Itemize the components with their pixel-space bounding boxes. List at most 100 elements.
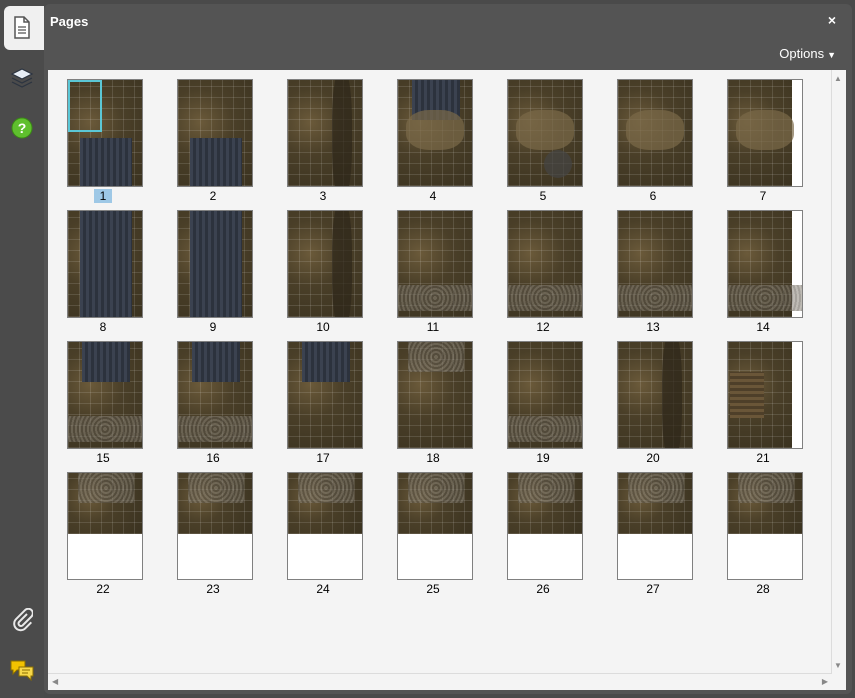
close-button[interactable]: × [828, 12, 836, 28]
page-thumbnail[interactable]: 7 [708, 74, 818, 204]
thumbnail-image[interactable] [507, 341, 583, 449]
comments-icon[interactable] [8, 656, 36, 684]
caret-down-icon: ▼ [827, 50, 836, 60]
thumbnail-image[interactable] [177, 472, 253, 580]
thumbnail-image[interactable] [177, 341, 253, 449]
page-thumbnail[interactable]: 6 [598, 74, 708, 204]
page-number-label: 23 [206, 582, 220, 596]
page-number: 16 [158, 451, 268, 465]
page-thumbnail[interactable]: 27 [598, 467, 708, 597]
page-thumbnail[interactable]: 1 [48, 74, 158, 204]
page-number: 18 [378, 451, 488, 465]
thumbnail-image[interactable] [67, 341, 143, 449]
page-number: 6 [598, 189, 708, 203]
page-thumbnail[interactable]: 10 [268, 205, 378, 335]
page-number-label: 17 [316, 451, 330, 465]
scroll-right-icon[interactable]: ▶ [822, 677, 828, 686]
roof-shape [82, 342, 130, 382]
page-thumbnail[interactable]: 3 [268, 74, 378, 204]
thumbnail-image[interactable] [67, 210, 143, 318]
page-number: 26 [488, 582, 598, 596]
page-thumbnail[interactable]: 13 [598, 205, 708, 335]
thumbnail-image[interactable] [727, 472, 803, 580]
thumbnail-image[interactable] [727, 210, 803, 318]
page-thumbnail[interactable]: 15 [48, 336, 158, 466]
thumbnail-image[interactable] [177, 210, 253, 318]
thumbnail-image[interactable] [617, 472, 693, 580]
thumbnail-image[interactable] [177, 79, 253, 187]
page-number-label: 6 [649, 189, 657, 203]
page-thumbnail[interactable]: 5 [488, 74, 598, 204]
thumbnail-image[interactable] [397, 210, 473, 318]
options-button[interactable]: Options ▼ [779, 46, 836, 61]
scroll-left-icon[interactable]: ◀ [52, 677, 58, 686]
page-thumbnail[interactable]: 26 [488, 467, 598, 597]
ravine-shape [662, 342, 682, 448]
thumbnail-image[interactable] [397, 341, 473, 449]
page-number-label: 19 [536, 451, 550, 465]
rock-band [618, 285, 692, 311]
thumbnail-image[interactable] [287, 472, 363, 580]
scroll-down-icon[interactable]: ▼ [834, 661, 842, 670]
page-thumbnail[interactable]: 22 [48, 467, 158, 597]
view-region-box[interactable] [68, 80, 102, 132]
page-thumbnail[interactable]: 14 [708, 205, 818, 335]
page-thumbnail[interactable]: 11 [378, 205, 488, 335]
horizontal-scrollbar[interactable]: ◀ ▶ [48, 673, 832, 690]
pages-icon[interactable] [8, 14, 36, 42]
thumbnail-image[interactable] [727, 341, 803, 449]
thumbnail-image[interactable] [507, 472, 583, 580]
page-thumbnail[interactable]: 25 [378, 467, 488, 597]
roof-shape [302, 342, 350, 382]
page-number: 1 [48, 189, 158, 203]
page-thumbnail[interactable]: 16 [158, 336, 268, 466]
left-rail: ? [0, 0, 44, 698]
page-number: 15 [48, 451, 158, 465]
page-number: 7 [708, 189, 818, 203]
thumbnail-image[interactable] [397, 472, 473, 580]
thumbnail-image[interactable] [617, 341, 693, 449]
page-number-label: 28 [756, 582, 770, 596]
thumbnail-image[interactable] [617, 210, 693, 318]
roof-shape [192, 342, 240, 382]
page-thumbnail[interactable]: 9 [158, 205, 268, 335]
page-thumbnail[interactable]: 12 [488, 205, 598, 335]
help-icon[interactable]: ? [8, 114, 36, 142]
thumbnail-image[interactable] [287, 79, 363, 187]
thumbnail-image[interactable] [397, 79, 473, 187]
page-thumbnail[interactable]: 23 [158, 467, 268, 597]
page-thumbnail[interactable]: 17 [268, 336, 378, 466]
thumbnail-image[interactable] [507, 79, 583, 187]
page-thumbnail[interactable]: 18 [378, 336, 488, 466]
thumbnail-image[interactable] [507, 210, 583, 318]
vertical-scrollbar[interactable]: ▲ ▼ [831, 70, 846, 674]
page-thumbnail[interactable]: 24 [268, 467, 378, 597]
page-thumbnail[interactable]: 2 [158, 74, 268, 204]
thumbnail-image[interactable] [727, 79, 803, 187]
thumbnail-image[interactable] [287, 341, 363, 449]
path-shape [516, 110, 574, 150]
layers-icon[interactable] [8, 64, 36, 92]
page-thumbnail[interactable]: 20 [598, 336, 708, 466]
page-thumbnail[interactable]: 28 [708, 467, 818, 597]
thumbnail-image[interactable] [287, 210, 363, 318]
thumbnail-image[interactable] [67, 79, 143, 187]
thumbnail-image[interactable] [67, 472, 143, 580]
page-thumbnail[interactable]: 8 [48, 205, 158, 335]
page-number-label: 18 [426, 451, 440, 465]
page-thumbnail[interactable]: 19 [488, 336, 598, 466]
rock-band [508, 416, 582, 442]
options-label: Options [779, 46, 825, 61]
roof-shape [80, 138, 132, 186]
attachment-icon[interactable] [8, 606, 36, 634]
page-thumbnail[interactable]: 4 [378, 74, 488, 204]
page-thumbnail[interactable]: 21 [708, 336, 818, 466]
thumbnail-image[interactable] [617, 79, 693, 187]
roof-shape [190, 211, 242, 317]
scroll-up-icon[interactable]: ▲ [834, 74, 842, 83]
page-number: 20 [598, 451, 708, 465]
thumbnail-area[interactable]: 1 2 3 4 5 6 7 8 9 10 11 12 13 14 15 16 17 18 19 20 21 22 23 24 2… [48, 70, 846, 690]
page-number-label: 4 [429, 189, 437, 203]
path-shape [406, 110, 464, 150]
page-number-label: 3 [319, 189, 327, 203]
